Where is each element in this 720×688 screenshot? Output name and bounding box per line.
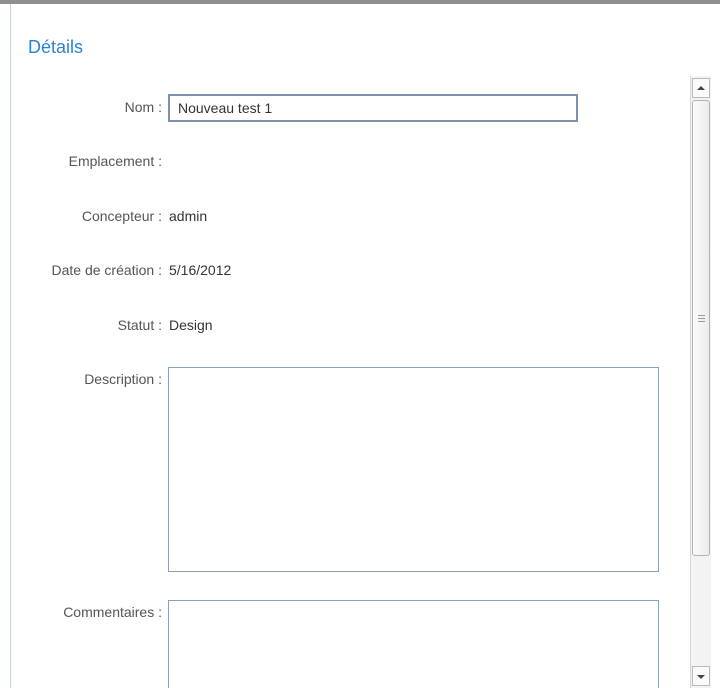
date-creation-value: 5/16/2012 (169, 262, 232, 278)
scroll-up-button[interactable] (692, 78, 710, 98)
vertical-scrollbar[interactable] (690, 76, 711, 688)
commentaires-textarea[interactable] (168, 600, 659, 688)
nom-input[interactable] (168, 94, 578, 122)
concepteur-value: admin (169, 208, 208, 224)
grip-lines-icon (698, 315, 705, 324)
date-creation-label: Date de création : (51, 262, 162, 278)
statut-label: Statut : (117, 317, 162, 333)
scroll-down-button[interactable] (692, 666, 710, 686)
emplacement-label: Emplacement : (68, 153, 162, 169)
commentaires-label: Commentaires : (63, 604, 162, 620)
concepteur-label: Concepteur : (81, 208, 162, 224)
scroll-thumb[interactable] (692, 100, 710, 556)
statut-value: Design (169, 317, 213, 333)
description-label: Description : (84, 371, 162, 387)
description-textarea[interactable] (168, 367, 659, 572)
details-panel: Détails Nom : Emplacement : Concepteur :… (0, 0, 720, 688)
chevron-up-icon (697, 86, 705, 90)
nom-label: Nom : (124, 99, 162, 115)
chevron-down-icon (697, 675, 705, 679)
top-border (0, 0, 720, 4)
section-title: Détails (28, 37, 84, 57)
